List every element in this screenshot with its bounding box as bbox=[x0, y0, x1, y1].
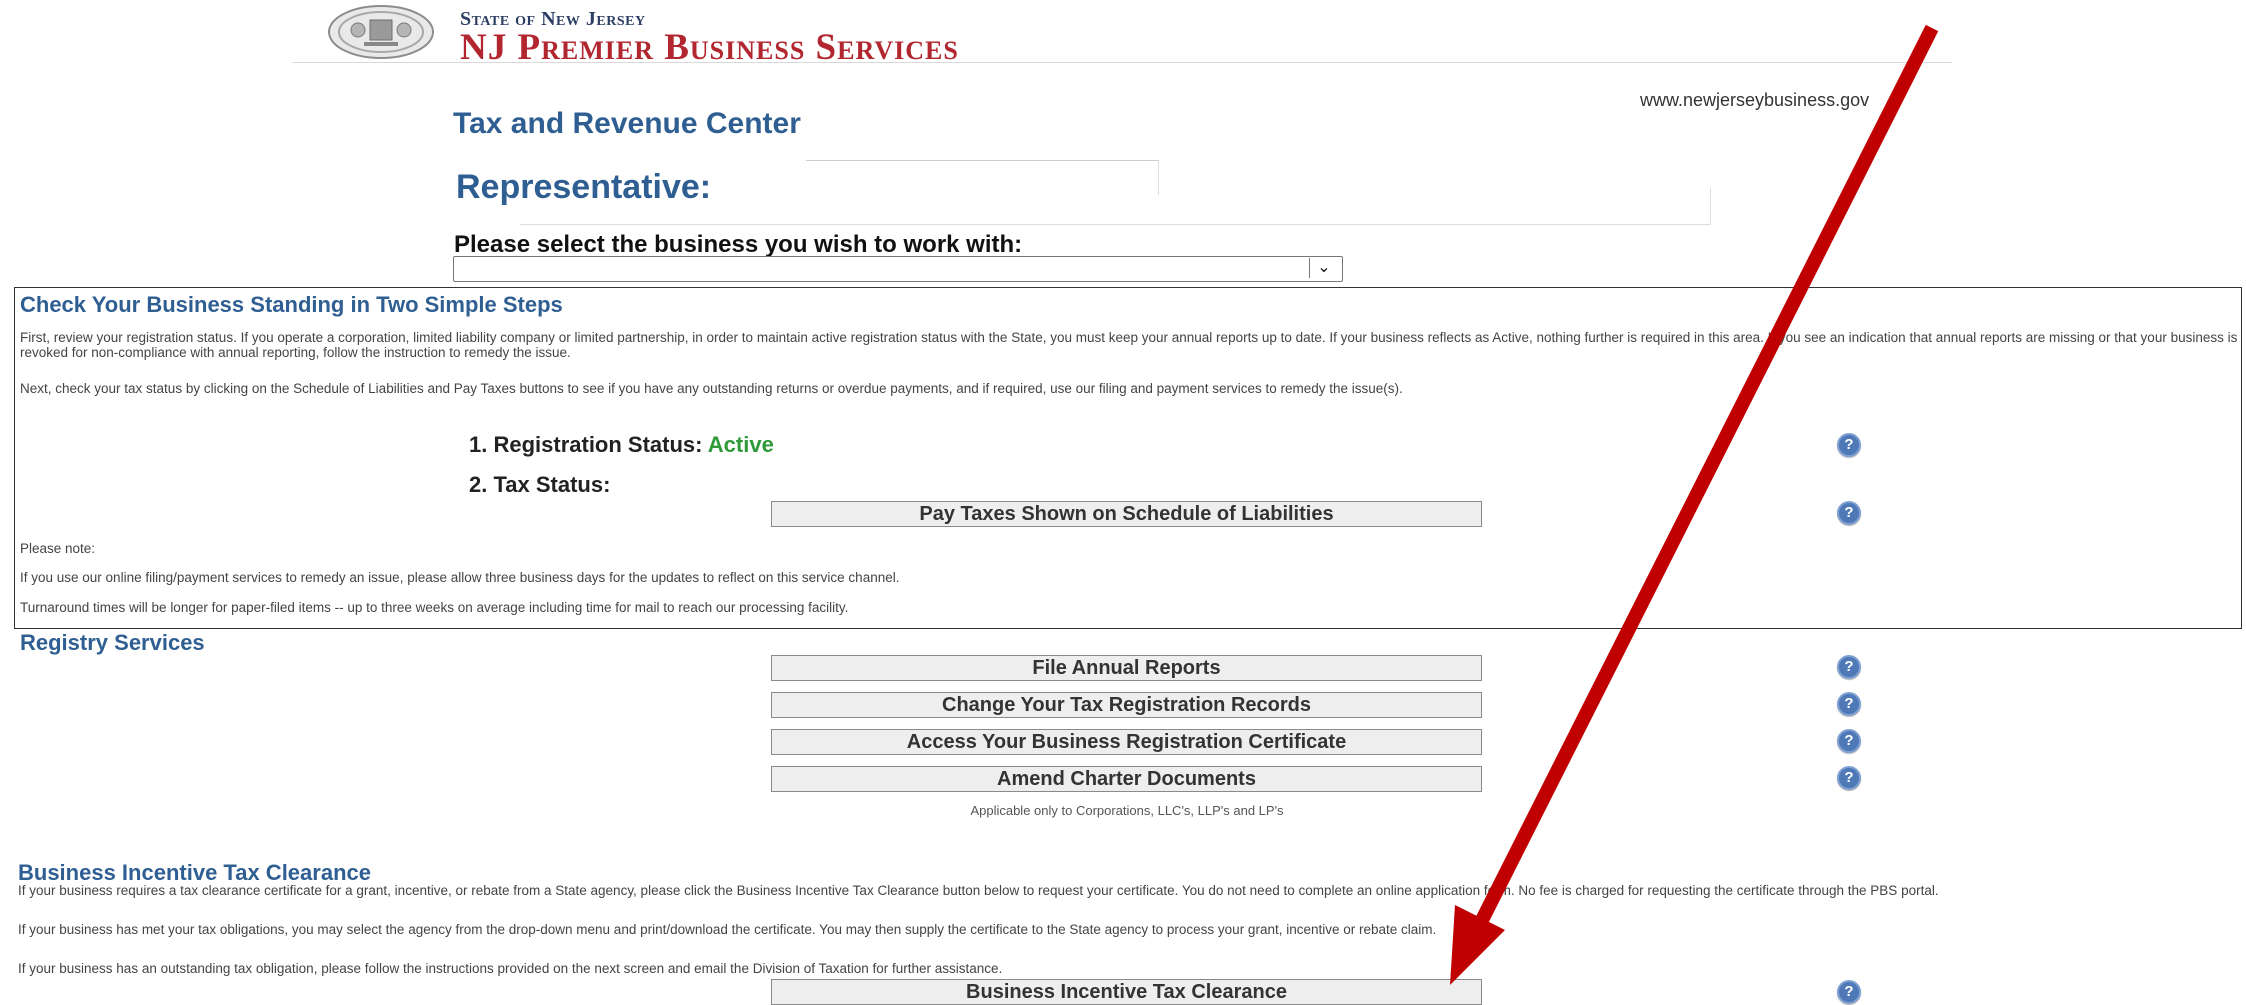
help-icon-file-annual-reports[interactable]: ? bbox=[1837, 655, 1861, 679]
nj-state-seal-logo bbox=[326, 4, 436, 60]
clearance-paragraph-1: If your business requires a tax clearanc… bbox=[18, 883, 1939, 898]
standing-paragraph-2: Next, check your tax status by clicking … bbox=[20, 381, 1403, 396]
registration-status-label: 1. Registration Status: bbox=[469, 432, 703, 457]
amend-charter-documents-button[interactable]: Amend Charter Documents bbox=[771, 766, 1482, 792]
change-tax-registration-button[interactable]: Change Your Tax Registration Records bbox=[771, 692, 1482, 718]
note-online-filing: If you use our online filing/payment ser… bbox=[20, 570, 900, 585]
registration-status-row: 1. Registration Status: Active bbox=[469, 432, 774, 458]
tax-status-label: 2. Tax Status: bbox=[469, 472, 611, 497]
please-note-label: Please note: bbox=[20, 541, 96, 556]
representative-details-field bbox=[520, 188, 1711, 225]
help-icon-registration-status[interactable]: ? bbox=[1837, 433, 1861, 457]
header-divider bbox=[292, 62, 1952, 63]
note-paper-filing: Turnaround times will be longer for pape… bbox=[20, 600, 849, 615]
registry-services-heading: Registry Services bbox=[20, 630, 205, 655]
help-icon-pay-taxes[interactable]: ? bbox=[1837, 501, 1861, 525]
business-incentive-tax-clearance-button[interactable]: Business Incentive Tax Clearance bbox=[771, 979, 1482, 1005]
help-icon-tax-clearance[interactable]: ? bbox=[1837, 980, 1861, 1004]
page-title: Tax and Revenue Center bbox=[453, 107, 801, 140]
clearance-paragraph-3: If your business has an outstanding tax … bbox=[18, 961, 1003, 976]
access-registration-certificate-button[interactable]: Access Your Business Registration Certif… bbox=[771, 729, 1482, 755]
website-link[interactable]: www.newjerseybusiness.gov bbox=[1640, 90, 1869, 111]
file-annual-reports-button[interactable]: File Annual Reports bbox=[771, 655, 1482, 681]
business-select-dropdown[interactable]: ⌄ bbox=[453, 256, 1343, 282]
business-standing-heading: Check Your Business Standing in Two Simp… bbox=[20, 292, 563, 317]
chevron-down-icon[interactable]: ⌄ bbox=[1309, 258, 1338, 278]
help-icon-amend-charter[interactable]: ? bbox=[1837, 766, 1861, 790]
pay-taxes-button[interactable]: Pay Taxes Shown on Schedule of Liabiliti… bbox=[771, 501, 1482, 527]
charter-applicability-note: Applicable only to Corporations, LLC's, … bbox=[970, 803, 1284, 818]
clearance-paragraph-2: If your business has met your tax obliga… bbox=[18, 922, 1437, 937]
standing-paragraph-1: First, review your registration status. … bbox=[20, 330, 2238, 360]
registration-status-value: Active bbox=[707, 432, 774, 457]
select-business-label: Please select the business you wish to w… bbox=[454, 231, 1023, 258]
help-icon-registration-certificate[interactable]: ? bbox=[1837, 729, 1861, 753]
help-icon-change-registration[interactable]: ? bbox=[1837, 692, 1861, 716]
